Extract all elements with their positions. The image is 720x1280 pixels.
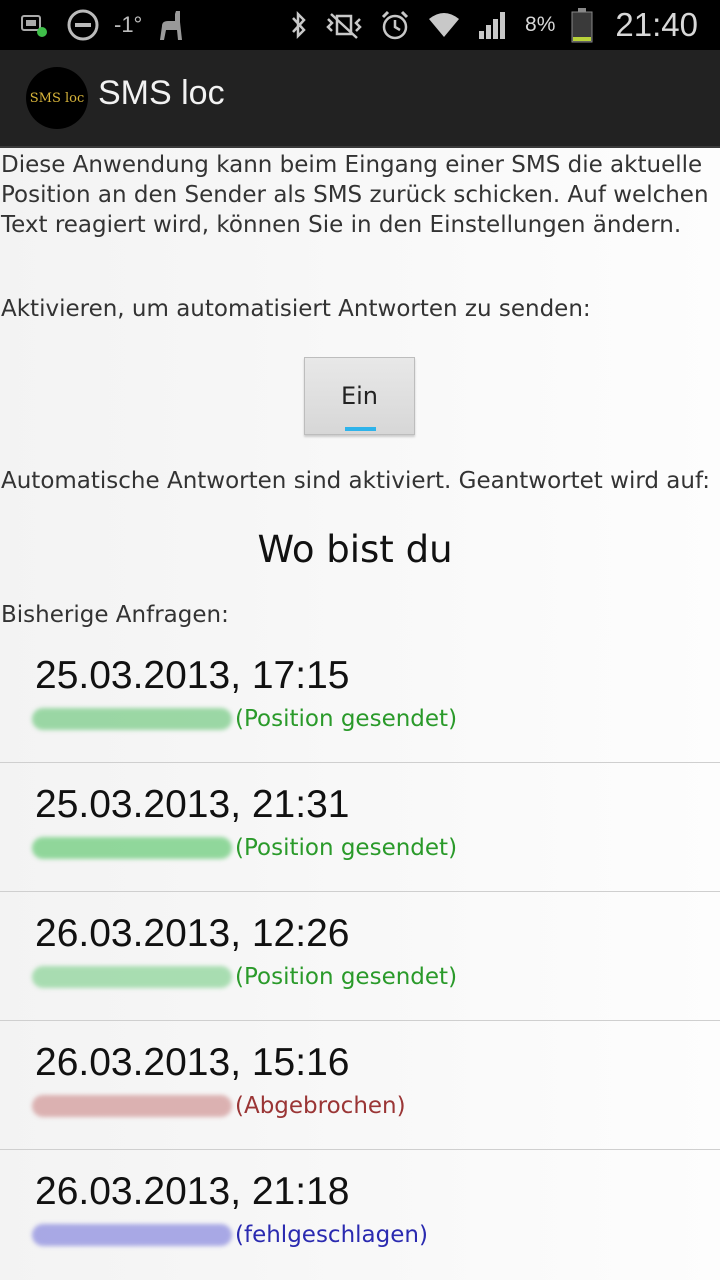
redacted-sender-number (32, 837, 232, 859)
history-item-date: 26.03.2013, 12:26 (35, 912, 350, 955)
signal-icon (477, 9, 509, 41)
app-logo-icon[interactable]: SMS loc (26, 67, 88, 129)
redacted-sender-number (32, 966, 232, 988)
wifi-icon (427, 9, 461, 41)
auto-reply-toggle-button[interactable]: Ein (304, 357, 415, 435)
history-item[interactable]: 26.03.2013, 21:18 (fehlgeschlagen) (0, 1150, 720, 1279)
description-text: Diese Anwendung kann beim Eingang einer … (1, 152, 709, 238)
history-item-date: 25.03.2013, 21:31 (35, 783, 350, 826)
status-bar: -1° 8% 21:40 (0, 0, 720, 50)
status-bar-right: 8% 21:40 (289, 6, 698, 44)
action-bar: SMS loc SMS loc (0, 50, 720, 148)
temperature-text: -1° (114, 12, 143, 37)
history-item[interactable]: 26.03.2013, 15:16 (Abgebrochen) (0, 1021, 720, 1150)
do-not-disturb-icon (66, 8, 100, 42)
status-bar-left: -1° (18, 6, 186, 44)
history-item-date: 25.03.2013, 17:15 (35, 654, 350, 697)
vibrate-icon (325, 10, 363, 40)
history-item-status: (fehlgeschlagen) (235, 1222, 428, 1248)
history-item[interactable]: 25.03.2013, 17:15 (Position gesendet) (0, 634, 720, 763)
history-item-date: 26.03.2013, 15:16 (35, 1041, 350, 1084)
battery-percent: 8% (525, 13, 556, 36)
history-item-status: (Position gesendet) (235, 835, 458, 861)
app-logo-text: SMS loc (29, 90, 85, 106)
auto-reply-status-text: Automatische Antworten sind aktiviert. G… (1, 468, 710, 494)
redacted-sender-number (32, 708, 232, 730)
toggle-button-label: Ein (340, 382, 379, 410)
app-title: SMS loc (98, 74, 225, 112)
history-item[interactable]: 26.03.2013, 12:26 (Position gesendet) (0, 892, 720, 1021)
redacted-sender-number (32, 1224, 232, 1246)
history-label: Bisherige Anfragen: (1, 602, 229, 628)
activate-label: Aktivieren, um automatisiert Antworten z… (1, 296, 591, 322)
toggle-on-indicator (345, 427, 376, 431)
history-item-status: (Abgebrochen) (235, 1093, 406, 1119)
clock-time: 21:40 (615, 6, 698, 43)
history-item[interactable]: 25.03.2013, 21:31 (Position gesendet) (0, 763, 720, 892)
history-item-status: (Position gesendet) (235, 964, 458, 990)
bluetooth-icon (289, 10, 309, 40)
battery-icon (571, 7, 593, 43)
history-item-date: 26.03.2013, 21:18 (35, 1170, 350, 1213)
history-item-status: (Position gesendet) (235, 706, 458, 732)
alarm-icon (379, 9, 411, 41)
history-list: 25.03.2013, 17:15 (Position gesendet) 25… (0, 634, 720, 1279)
trigger-text: Wo bist du (257, 528, 453, 571)
sim-icon (18, 10, 52, 40)
redacted-sender-number (32, 1095, 232, 1117)
llama-icon (156, 8, 186, 42)
